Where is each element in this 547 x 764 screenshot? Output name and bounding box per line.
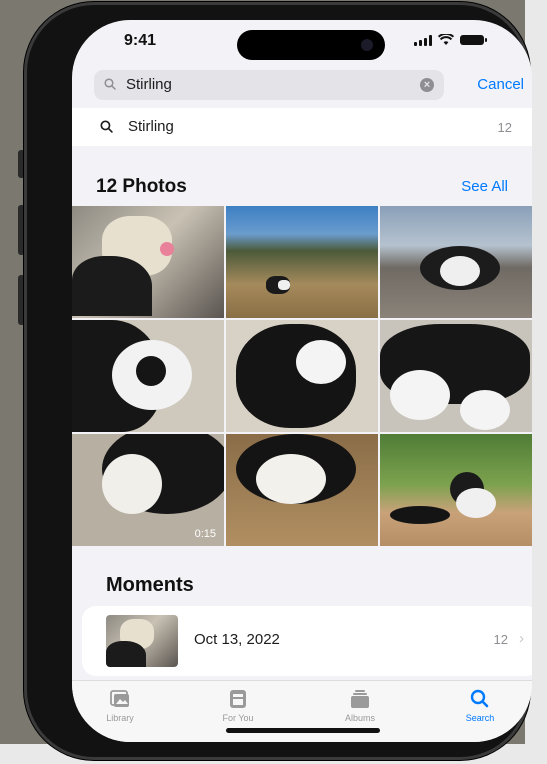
- tab-search[interactable]: Search: [440, 689, 520, 723]
- search-field[interactable]: Stirling ×: [94, 70, 444, 100]
- phone-screen: 9:41 Stirling × Cancel Stirling 12 12 Ph…: [72, 20, 532, 742]
- moment-count: 12: [493, 632, 508, 647]
- search-input[interactable]: Stirling: [126, 76, 172, 93]
- dynamic-island: [237, 30, 385, 60]
- moment-date: Oct 13, 2022: [194, 631, 280, 648]
- moment-thumbnail: [106, 615, 178, 667]
- photo-library-icon: [110, 690, 129, 707]
- cancel-button[interactable]: Cancel: [477, 76, 524, 93]
- photo-thumbnail[interactable]: [226, 320, 378, 432]
- chevron-right-icon: ›: [519, 630, 524, 647]
- search-icon: [104, 78, 116, 90]
- photo-thumbnail[interactable]: [380, 434, 532, 546]
- status-time: 9:41: [124, 32, 157, 49]
- video-duration-label: 0:15: [194, 528, 216, 540]
- photo-thumbnail[interactable]: 0:15: [72, 434, 224, 546]
- tab-for-you[interactable]: For You: [198, 689, 278, 723]
- phone-frame: 9:41 Stirling × Cancel Stirling 12 12 Ph…: [24, 2, 532, 760]
- cellular-signal-icon: [414, 34, 432, 46]
- suggestion-label: Stirling: [128, 118, 174, 135]
- suggestion-count: 12: [497, 120, 512, 135]
- tab-label: Albums: [344, 713, 375, 723]
- see-all-button[interactable]: See All: [461, 178, 508, 195]
- photo-thumbnail[interactable]: [72, 320, 224, 432]
- photo-thumbnail[interactable]: [380, 320, 532, 432]
- search-suggestion-row[interactable]: Stirling 12: [72, 108, 532, 146]
- photos-section-title: 12 Photos: [96, 176, 187, 197]
- tab-library[interactable]: Library: [80, 689, 160, 723]
- for-you-icon: [230, 690, 246, 708]
- albums-icon: [351, 690, 369, 708]
- tab-albums[interactable]: Albums: [320, 689, 400, 723]
- moment-item[interactable]: Oct 13, 2022 12 ›: [82, 606, 532, 676]
- wifi-icon: [438, 34, 454, 45]
- battery-icon: [460, 35, 487, 45]
- photo-thumbnail[interactable]: [226, 434, 378, 546]
- status-icons: [414, 34, 487, 46]
- search-icon: [470, 689, 489, 708]
- tab-label: For You: [222, 713, 254, 723]
- search-icon: [100, 120, 113, 133]
- photo-thumbnail[interactable]: [226, 206, 378, 318]
- photo-thumbnail[interactable]: [72, 206, 224, 318]
- clear-search-icon[interactable]: ×: [420, 78, 434, 92]
- tab-label: Search: [465, 713, 495, 723]
- tab-label: Library: [106, 713, 134, 723]
- home-indicator: [226, 728, 380, 733]
- photo-grid: 0:15: [72, 206, 532, 548]
- photo-thumbnail[interactable]: [380, 206, 532, 318]
- moments-section-title: Moments: [106, 574, 194, 596]
